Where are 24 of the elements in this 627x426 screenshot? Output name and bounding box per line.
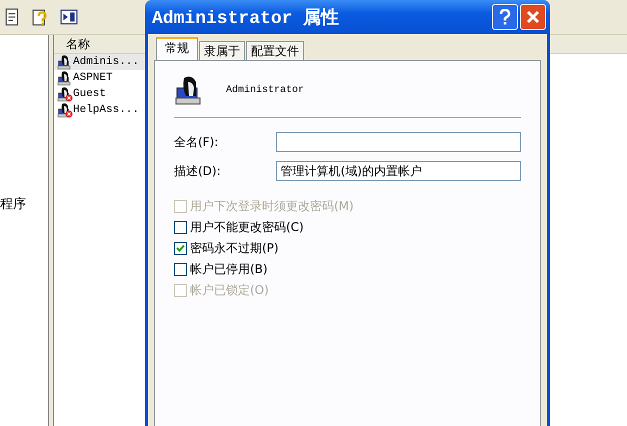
tab[interactable]: 配置文件	[246, 41, 304, 60]
field-label: 全名(F):	[174, 134, 220, 150]
disabled-user-icon	[57, 102, 73, 118]
panel-icon[interactable]	[60, 8, 78, 26]
question-mark-icon	[499, 9, 511, 25]
input-field[interactable]: 管理计算机(域)的内置帐户	[276, 161, 521, 181]
help-button[interactable]	[492, 4, 518, 30]
input-field[interactable]	[276, 132, 521, 152]
field-label: 描述(D):	[174, 162, 222, 180]
user-name: Administrator	[226, 84, 304, 96]
check-icon	[176, 244, 185, 252]
user-icon	[57, 70, 73, 86]
tab[interactable]: 隶属于	[199, 41, 245, 60]
disabled-user-icon	[57, 86, 73, 102]
checkbox[interactable]: 用户不能更改密码(C)	[174, 220, 521, 234]
user-row[interactable]: Adminis...	[54, 54, 145, 70]
user-row[interactable]: ASPNET	[54, 70, 145, 86]
checkbox[interactable]: 密码永不过期(P)	[174, 241, 521, 255]
close-icon	[526, 10, 540, 24]
tree-item[interactable]: 程序	[0, 195, 48, 213]
window-title: Administrator 属性	[152, 7, 340, 29]
checkbox[interactable]: 帐户已停用(B)	[174, 262, 521, 276]
tab[interactable]: 常规	[156, 37, 198, 60]
close-button[interactable]	[520, 4, 546, 30]
